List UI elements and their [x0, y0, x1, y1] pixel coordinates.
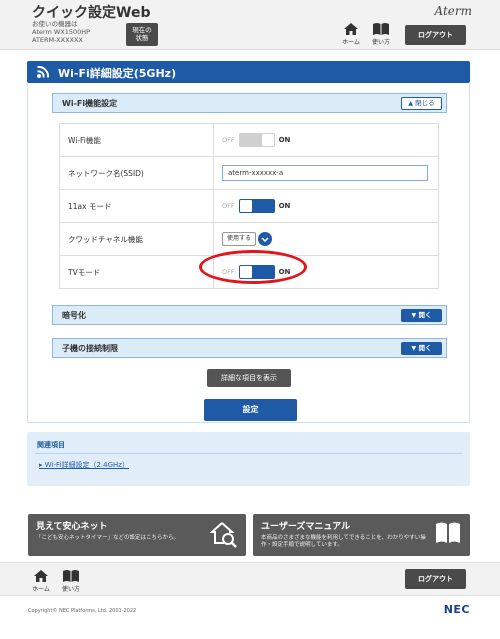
table-row: 11ax モード OFF ON [59, 189, 439, 223]
home-icon [344, 23, 358, 35]
on-label: ON [278, 136, 291, 144]
divider [35, 453, 462, 454]
switch-knob [239, 200, 252, 212]
status-button-line-1: 現在の [132, 26, 152, 34]
encryption-section-header[interactable]: 暗号化 ▼ 開く [52, 305, 447, 325]
on-label: ON [278, 202, 291, 210]
home-nav-button[interactable]: ホーム [340, 22, 362, 50]
related-title: 関連項目 [37, 441, 65, 449]
safety-net-banner[interactable]: 見えて安心ネット 「こども安心ネットタイマー」などの設定はこちらから。 [28, 514, 246, 556]
off-label: OFF [222, 202, 235, 210]
wifi-function-section-header: Wi-Fi機能設定 ▲ 閉じる [52, 93, 447, 113]
book-icon [63, 570, 79, 582]
footer-manual-button[interactable]: 使い方 [60, 569, 82, 597]
home-search-icon [210, 522, 237, 548]
row-value [213, 156, 439, 190]
top-header: クイック設定Web お使いの機器は Aterm WX1500HP ATERM-X… [0, 0, 500, 50]
11ax-mode-switch[interactable]: OFF ON [222, 199, 290, 213]
home-icon [34, 570, 48, 582]
section-title: 子機の接続制限 [62, 344, 118, 353]
user-manual-banner[interactable]: ユーザーズマニュアル 本商品のさまざまな機能を利用してできることを、わかりやすい… [253, 514, 470, 556]
related-link-wifi-24ghz[interactable]: ▸ Wi-Fi詳細設定（2.4GHz） [39, 460, 129, 470]
chevron-down-icon [258, 232, 273, 246]
banner-description-line-2: 作・設定手順で説明しています。 [261, 542, 343, 548]
manual-label: 使い方 [61, 586, 80, 593]
highlight-ellipse [199, 250, 307, 284]
page-title-bar: Wi-Fi詳細設定(5GHz) [27, 61, 470, 83]
footer-home-button[interactable]: ホーム [30, 569, 52, 597]
home-label: ホーム [32, 586, 50, 593]
banner-title: 見えて安心ネット [36, 522, 108, 532]
chevron-down-icon: ▼ [411, 312, 417, 319]
row-label: ネットワーク名(SSID) [59, 156, 214, 190]
row-label: 11ax モード [59, 189, 214, 223]
quad-channel-select[interactable]: 使用する [222, 232, 273, 246]
wifi-icon [37, 65, 50, 78]
expand-button[interactable]: ▼ 開く [401, 309, 442, 322]
app-title: クイック設定Web [32, 5, 151, 21]
aterm-logo: Aterm [434, 4, 473, 18]
banner-description: 本商品のさまざまな機能を利用してできることを、わかりやすい操 作・設定手順で説明… [261, 535, 426, 549]
banner-description-line-1: 本商品のさまざまな機能を利用してできることを、わかりやすい操 [261, 535, 426, 541]
banner-title: ユーザーズマニュアル [261, 522, 351, 532]
show-details-button[interactable]: 詳細な項目を表示 [207, 369, 291, 387]
page-title: Wi-Fi詳細設定(5GHz) [58, 67, 177, 80]
chevron-down-icon: ▼ [411, 345, 417, 352]
banner-description: 「こども安心ネットタイマー」などの設定はこちらから。 [36, 535, 180, 541]
chevron-up-icon: ▲ [408, 100, 414, 107]
switch-knob [261, 134, 274, 146]
footer-logout-button[interactable]: ログアウト [405, 569, 466, 589]
select-value: 使用する [222, 232, 257, 246]
device-info-line: お使いの機器は [32, 20, 78, 28]
related-items-panel: 関連項目 ▸ Wi-Fi詳細設定（2.4GHz） [27, 432, 470, 486]
table-row: ネットワーク名(SSID) [59, 156, 439, 190]
manual-nav-button[interactable]: 使い方 [370, 22, 392, 50]
book-icon [373, 23, 389, 35]
copyright-text: Copyright© NEC Platforms, Ltd. 2001-2022 [28, 608, 137, 614]
switch-track [238, 133, 275, 147]
child-connection-section-header[interactable]: 子機の接続制限 ▼ 開く [52, 338, 447, 358]
current-status-button[interactable]: 現在の 状態 [126, 23, 158, 46]
expand-label: 開く [418, 344, 432, 352]
row-label: クワッドチャネル機能 [59, 222, 214, 256]
open-book-icon [436, 522, 460, 543]
section-title: Wi-Fi機能設定 [62, 99, 118, 108]
row-label: Wi-Fi機能 [59, 123, 214, 157]
row-value: OFF ON [213, 123, 439, 157]
ssid-input[interactable] [222, 165, 428, 181]
wifi-function-switch[interactable]: OFF ON [222, 133, 290, 147]
apply-button[interactable]: 設定 [204, 399, 297, 421]
collapse-button[interactable]: ▲ 閉じる [401, 97, 442, 110]
nec-logo: NEC [443, 603, 470, 616]
row-label: TVモード [59, 255, 214, 289]
row-value: OFF ON [213, 189, 439, 223]
home-label: ホーム [342, 39, 360, 46]
device-info: お使いの機器は Aterm WX1500HP ATERM-XXXXXX [32, 20, 90, 44]
collapse-label: 閉じる [415, 99, 435, 107]
related-link-label: Wi-Fi詳細設定（2.4GHz） [44, 461, 129, 469]
logout-button[interactable]: ログアウト [405, 25, 466, 45]
switch-track [238, 199, 275, 213]
manual-label: 使い方 [371, 39, 390, 46]
expand-button[interactable]: ▼ 開く [401, 342, 442, 355]
expand-label: 開く [418, 311, 432, 319]
section-title: 暗号化 [62, 311, 86, 320]
footer-bar: ホーム 使い方 ログアウト [0, 562, 500, 596]
device-model: Aterm WX1500HP [32, 28, 91, 36]
device-id: ATERM-XXXXXX [32, 36, 83, 44]
status-button-line-2: 状態 [135, 34, 149, 42]
off-label: OFF [222, 136, 235, 144]
table-row: Wi-Fi機能 OFF ON [59, 123, 439, 157]
